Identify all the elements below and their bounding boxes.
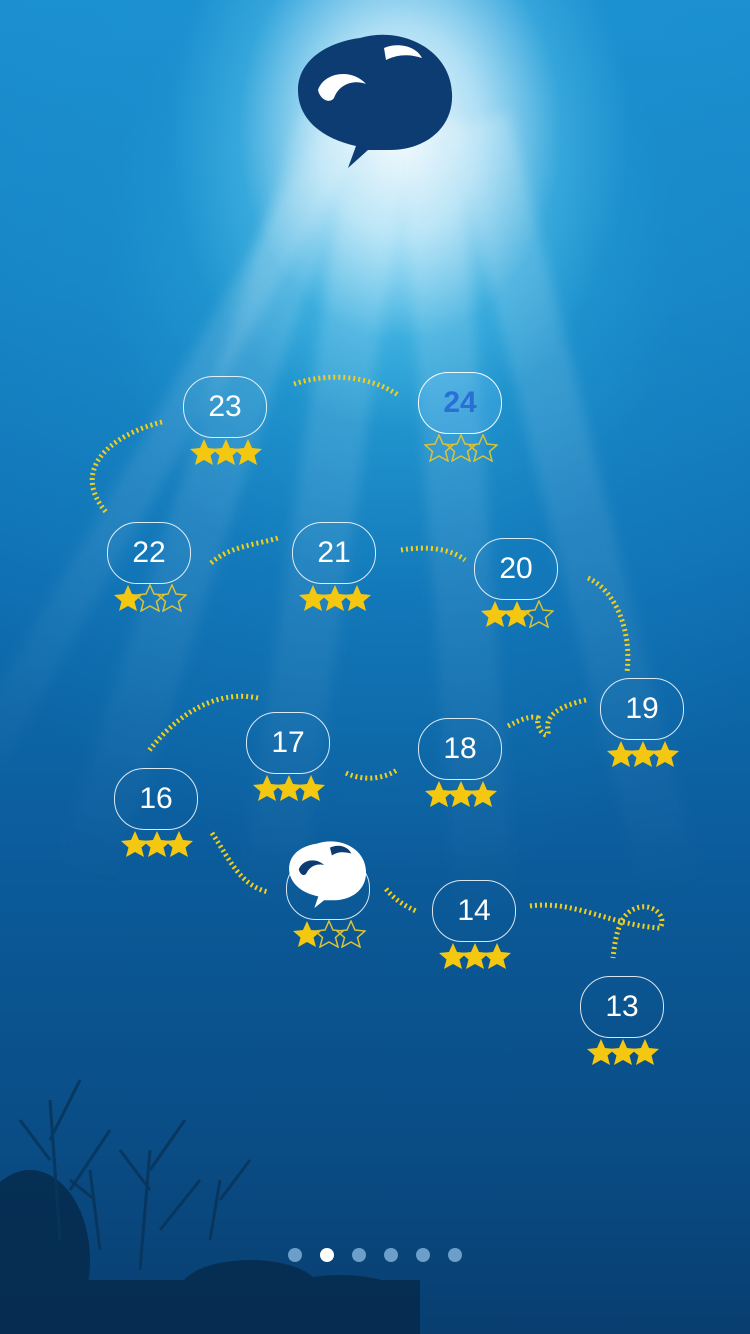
level-number: 14 bbox=[457, 894, 491, 927]
star-outline-icon bbox=[468, 434, 498, 462]
page-dot[interactable] bbox=[288, 1248, 302, 1262]
page-dot[interactable] bbox=[384, 1248, 398, 1262]
level-number: 18 bbox=[443, 732, 477, 765]
whale-icon bbox=[289, 841, 367, 909]
level-bubble[interactable]: 18 bbox=[418, 718, 502, 780]
level-node[interactable]: 14 bbox=[430, 880, 520, 990]
level-number: 17 bbox=[271, 726, 305, 759]
star-rating bbox=[292, 920, 366, 948]
star-outline-icon bbox=[524, 600, 554, 628]
level-bubble[interactable]: 21 bbox=[292, 522, 376, 584]
page-dot[interactable] bbox=[320, 1248, 334, 1262]
level-bubble[interactable]: 24 bbox=[418, 372, 502, 434]
star-filled-icon bbox=[297, 775, 325, 801]
star-rating bbox=[424, 434, 498, 462]
star-rating bbox=[480, 600, 554, 628]
page-dot[interactable] bbox=[352, 1248, 366, 1262]
star-rating bbox=[424, 780, 497, 807]
level-bubble[interactable]: 23 bbox=[183, 376, 267, 438]
page-indicator bbox=[0, 1248, 750, 1268]
level-node[interactable]: 18 bbox=[416, 718, 506, 828]
star-filled-icon bbox=[651, 741, 679, 767]
star-rating bbox=[252, 774, 325, 801]
page-dot[interactable] bbox=[416, 1248, 430, 1262]
level-bubble[interactable]: 17 bbox=[246, 712, 330, 774]
level-node[interactable]: 22 bbox=[105, 522, 195, 632]
level-number: 21 bbox=[317, 536, 351, 569]
level-number: 20 bbox=[499, 552, 533, 585]
star-rating bbox=[438, 942, 511, 969]
level-node[interactable]: 16 bbox=[112, 768, 202, 878]
star-outline-icon bbox=[157, 584, 187, 612]
level-bubble[interactable]: 19 bbox=[600, 678, 684, 740]
level-bubble[interactable]: 16 bbox=[114, 768, 198, 830]
level-number: 23 bbox=[208, 390, 242, 423]
level-node[interactable]: 20 bbox=[472, 538, 562, 648]
page-dot[interactable] bbox=[448, 1248, 462, 1262]
star-rating bbox=[606, 740, 679, 767]
level-path bbox=[89, 374, 665, 959]
star-filled-icon bbox=[234, 439, 262, 465]
level-bubble[interactable]: 14 bbox=[432, 880, 516, 942]
star-filled-icon bbox=[469, 781, 497, 807]
level-node[interactable]: 17 bbox=[244, 712, 334, 822]
level-number: 22 bbox=[132, 536, 166, 569]
level-node[interactable] bbox=[284, 841, 374, 968]
level-node[interactable]: 23 bbox=[181, 376, 271, 486]
star-rating bbox=[189, 438, 262, 465]
star-rating bbox=[113, 584, 187, 612]
level-bubble[interactable]: 13 bbox=[580, 976, 664, 1038]
level-number: 16 bbox=[139, 782, 173, 815]
star-filled-icon bbox=[483, 943, 511, 969]
level-node[interactable]: 13 bbox=[578, 976, 668, 1086]
level-number: 13 bbox=[605, 990, 639, 1023]
level-bubble[interactable]: 22 bbox=[107, 522, 191, 584]
level-node[interactable]: 21 bbox=[290, 522, 380, 632]
star-rating bbox=[586, 1038, 659, 1065]
star-filled-icon bbox=[343, 585, 371, 611]
star-filled-icon bbox=[631, 1039, 659, 1065]
level-node[interactable]: 24 bbox=[416, 372, 506, 482]
level-bubble[interactable]: 20 bbox=[474, 538, 558, 600]
level-number: 24 bbox=[443, 386, 477, 419]
star-rating bbox=[298, 584, 371, 611]
level-number: 19 bbox=[625, 692, 659, 725]
star-rating bbox=[120, 830, 193, 857]
star-filled-icon bbox=[165, 831, 193, 857]
level-node[interactable]: 19 bbox=[598, 678, 688, 788]
star-outline-icon bbox=[336, 920, 366, 948]
